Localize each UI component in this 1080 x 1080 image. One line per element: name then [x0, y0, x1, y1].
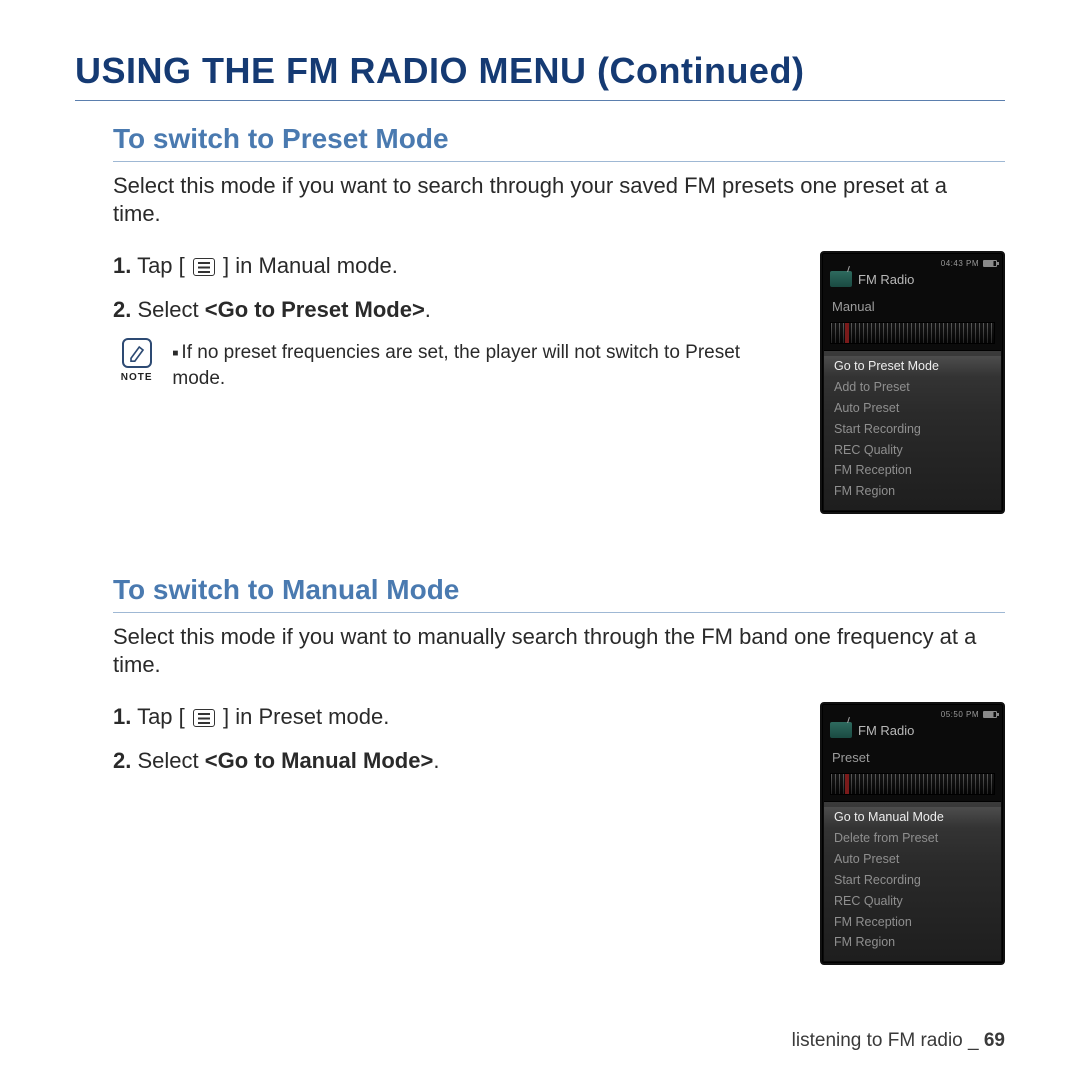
section-manual-intro: Select this mode if you want to manually…	[113, 623, 983, 678]
step-text: Tap	[131, 253, 178, 278]
device-clock: 04:43 PM	[941, 259, 979, 268]
preset-steps: 1. Tap [ ] in Manual mode. 2. Select <Go…	[113, 251, 790, 392]
step-text: in Preset mode.	[229, 704, 389, 729]
menu-option-selected[interactable]: Go to Preset Mode	[824, 356, 1001, 377]
menu-option[interactable]: REC Quality	[824, 440, 1001, 461]
step-text: in Manual mode.	[229, 253, 398, 278]
menu-icon	[193, 258, 215, 276]
menu-option-selected[interactable]: Go to Manual Mode	[824, 807, 1001, 828]
radio-icon	[830, 722, 852, 738]
page-footer: listening to FM radio _ 69	[792, 1030, 1005, 1052]
section-preset-intro: Select this mode if you want to search t…	[113, 172, 983, 227]
menu-option[interactable]: Delete from Preset	[824, 828, 1001, 849]
device-context-menu: Go to Preset Mode Add to Preset Auto Pre…	[824, 350, 1001, 510]
menu-option[interactable]: REC Quality	[824, 891, 1001, 912]
menu-option[interactable]: Auto Preset	[824, 849, 1001, 870]
menu-option[interactable]: Start Recording	[824, 870, 1001, 891]
menu-option[interactable]: Auto Preset	[824, 398, 1001, 419]
fm-dial	[830, 773, 995, 795]
menu-option[interactable]: FM Reception	[824, 912, 1001, 933]
device-mode-label: Manual	[824, 295, 1001, 322]
page-title: USING THE FM RADIO MENU (Continued)	[75, 50, 1005, 101]
device-mode-label: Preset	[824, 746, 1001, 773]
step-text: Select	[131, 297, 204, 322]
note-text: ■If no preset frequencies are set, the p…	[172, 338, 790, 391]
bracket-close: ]	[217, 253, 229, 278]
step-text: .	[433, 748, 439, 773]
step-number: 2.	[113, 748, 131, 773]
battery-icon	[983, 711, 997, 718]
menu-option[interactable]: FM Region	[824, 932, 1001, 953]
step-text: Select	[131, 748, 204, 773]
radio-icon	[830, 271, 852, 287]
step-number: 1.	[113, 704, 131, 729]
step-bold-option: <Go to Preset Mode>	[205, 297, 425, 322]
device-clock: 05:50 PM	[941, 710, 979, 719]
device-screenshot-preset: 04:43 PM FM Radio Manual Go to Preset Mo…	[820, 251, 1005, 514]
device-context-menu: Go to Manual Mode Delete from Preset Aut…	[824, 801, 1001, 961]
footer-section: listening to FM radio _	[792, 1030, 984, 1051]
note-block: NOTE ■If no preset frequencies are set, …	[113, 338, 790, 391]
battery-icon	[983, 260, 997, 267]
menu-option[interactable]: FM Reception	[824, 460, 1001, 481]
bracket-close: ]	[217, 704, 229, 729]
preset-step-1: 1. Tap [ ] in Manual mode.	[113, 251, 790, 281]
step-bold-option: <Go to Manual Mode>	[205, 748, 434, 773]
menu-option[interactable]: Start Recording	[824, 419, 1001, 440]
bullet-icon: ■	[172, 348, 178, 359]
manual-step-1: 1. Tap [ ] in Preset mode.	[113, 702, 790, 732]
note-icon	[122, 338, 152, 368]
manual-steps: 1. Tap [ ] in Preset mode. 2. Select <Go…	[113, 702, 790, 789]
note-label: NOTE	[121, 372, 153, 383]
manual-step-2: 2. Select <Go to Manual Mode>.	[113, 746, 790, 776]
menu-option[interactable]: Add to Preset	[824, 377, 1001, 398]
section-manual-heading: To switch to Manual Mode	[113, 574, 1005, 613]
section-preset-heading: To switch to Preset Mode	[113, 123, 1005, 162]
bracket-open: [	[179, 253, 191, 278]
step-number: 2.	[113, 297, 131, 322]
device-app-title: FM Radio	[858, 723, 914, 738]
step-number: 1.	[113, 253, 131, 278]
step-text: .	[425, 297, 431, 322]
page-number: 69	[984, 1030, 1005, 1051]
device-app-title: FM Radio	[858, 272, 914, 287]
menu-icon	[193, 709, 215, 727]
fm-dial	[830, 322, 995, 344]
device-screenshot-manual: 05:50 PM FM Radio Preset Go to Manual Mo…	[820, 702, 1005, 965]
step-text: Tap	[131, 704, 178, 729]
note-text-content: If no preset frequencies are set, the pl…	[172, 342, 740, 389]
menu-option[interactable]: FM Region	[824, 481, 1001, 502]
preset-step-2: 2. Select <Go to Preset Mode>.	[113, 295, 790, 325]
bracket-open: [	[179, 704, 191, 729]
